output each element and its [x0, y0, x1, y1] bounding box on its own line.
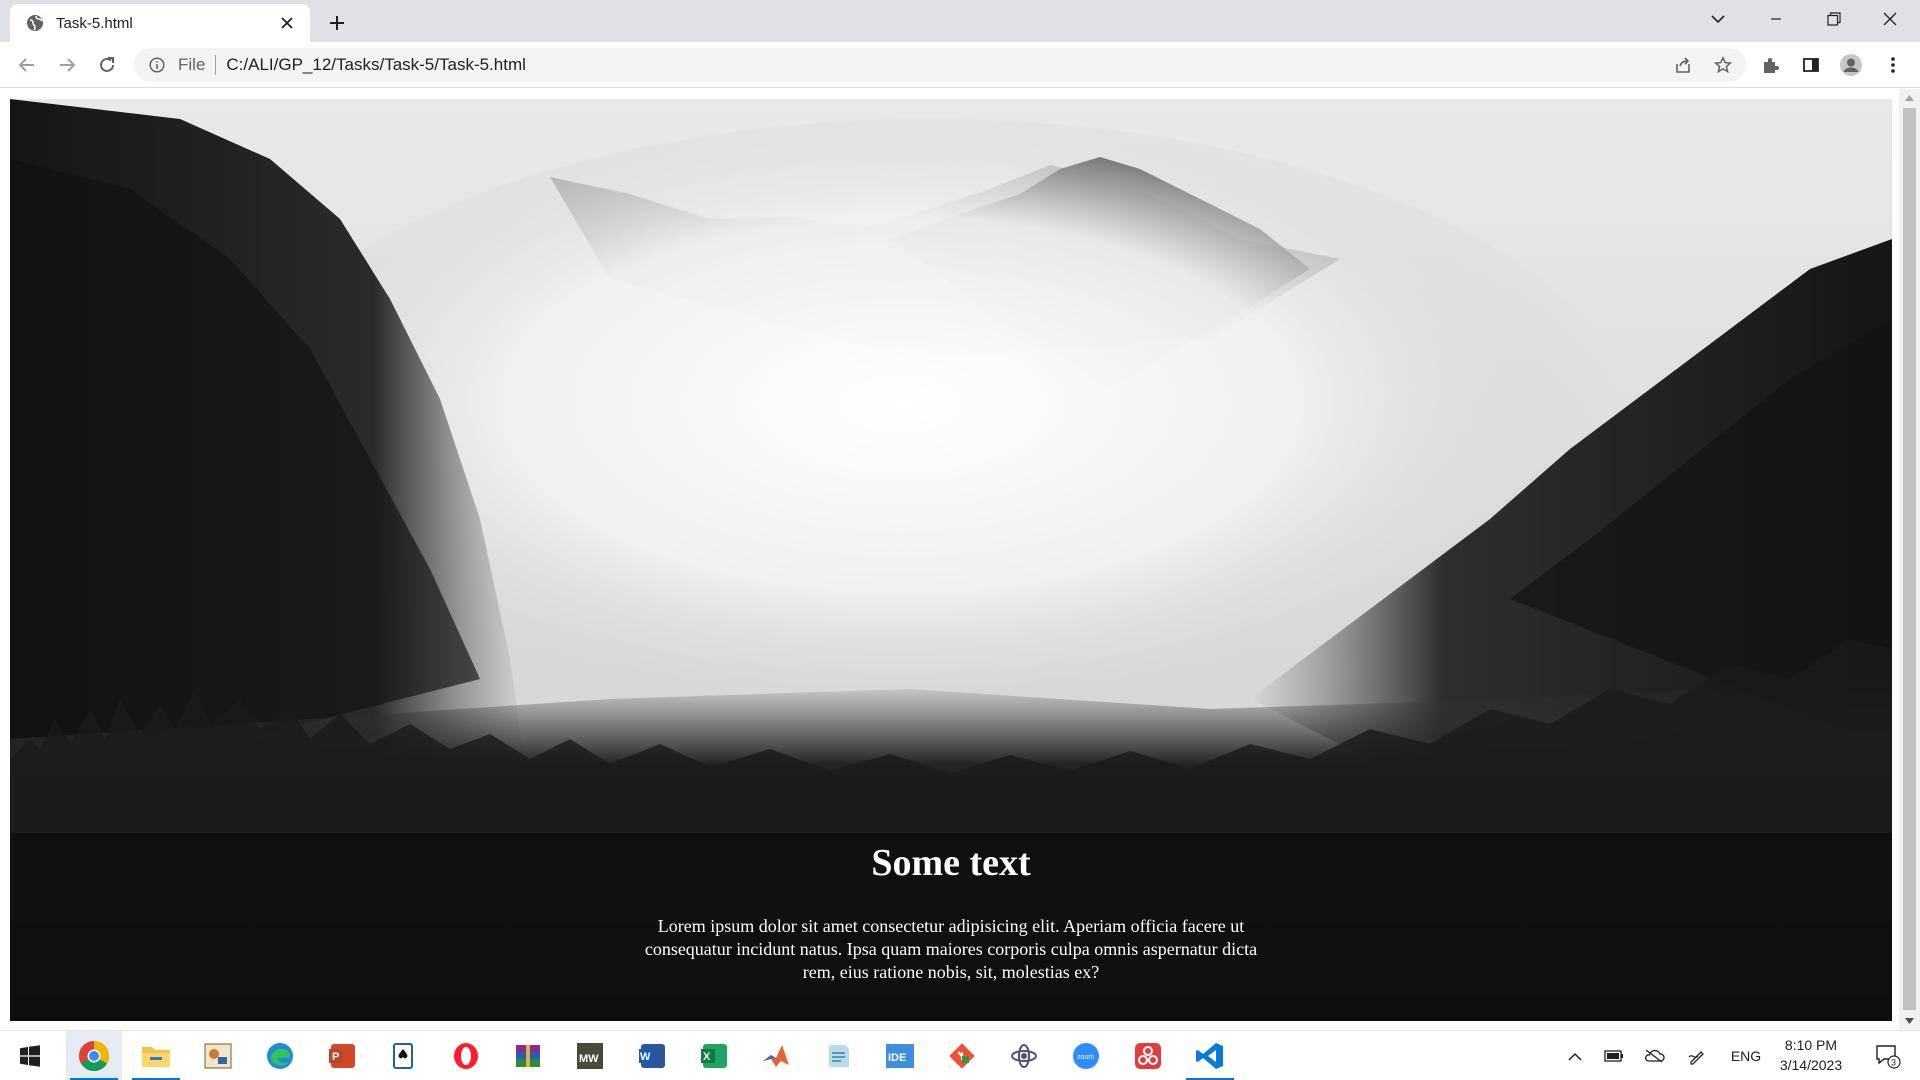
svg-text:W: W [640, 1051, 651, 1063]
url-text[interactable]: C:/ALI/GP_12/Tasks/Task-5/Task-5.html [226, 55, 526, 75]
language-indicator[interactable]: ENG [1726, 1031, 1766, 1080]
solitaire-icon[interactable] [376, 1031, 432, 1080]
clock-date: 3/14/2023 [1779, 1057, 1843, 1073]
battery-icon[interactable] [1600, 1031, 1628, 1080]
back-arrow-icon[interactable] [12, 50, 42, 80]
svg-text:MW: MW [579, 1053, 599, 1065]
opera-icon[interactable] [438, 1031, 494, 1080]
vscode-icon[interactable] [1182, 1031, 1238, 1080]
notepad-icon[interactable] [810, 1031, 866, 1080]
winrar-icon[interactable] [500, 1031, 556, 1080]
share-icon[interactable] [1668, 50, 1698, 80]
svg-text:IDE: IDE [888, 1052, 906, 1064]
side-panel-icon[interactable] [1796, 50, 1826, 80]
globe-icon [26, 14, 44, 32]
hero-section: Some text Lorem ipsum dolor sit amet con… [10, 99, 1892, 1021]
browser-toolbar: File C:/ALI/GP_12/Tasks/Task-5/Task-5.ht… [0, 42, 1920, 88]
file-explorer-icon[interactable] [128, 1031, 184, 1080]
excel-icon[interactable]: X [686, 1031, 742, 1080]
mw-game-icon[interactable]: MW [562, 1031, 618, 1080]
ide-icon[interactable]: IDE [872, 1031, 928, 1080]
tab-task5[interactable]: Task-5.html [10, 4, 310, 42]
svg-text:X: X [703, 1051, 711, 1063]
powerpoint-icon[interactable]: P [314, 1031, 370, 1080]
hero-paragraph: Lorem ipsum dolor sit amet consectetur a… [644, 916, 1258, 982]
restore-icon[interactable] [1814, 0, 1854, 38]
svg-text:zoom: zoom [1077, 1054, 1094, 1061]
close-window-icon[interactable] [1870, 0, 1910, 38]
omnibox-divider [215, 55, 217, 75]
windows-start-icon[interactable] [2, 1031, 58, 1080]
tab-search-icon[interactable] [1698, 0, 1738, 38]
windows-taskbar: P MW W X IDE zoom ENG 8:10 PM 3/14/2023 … [0, 1030, 1920, 1080]
forward-arrow-icon[interactable] [52, 50, 82, 80]
word-icon[interactable]: W [624, 1031, 680, 1080]
scheme-chip: File [178, 55, 206, 74]
pen-workspace-icon[interactable] [1684, 1031, 1712, 1080]
vertical-scrollbar[interactable] [1899, 89, 1920, 1029]
reload-icon[interactable] [92, 50, 122, 80]
edge-icon[interactable] [252, 1031, 308, 1080]
address-bar[interactable]: File C:/ALI/GP_12/Tasks/Task-5/Task-5.ht… [134, 48, 1746, 82]
hero-heading: Some text [871, 842, 1031, 884]
new-tab-button[interactable] [322, 8, 352, 38]
info-icon[interactable] [148, 56, 166, 74]
svg-text:P: P [332, 1051, 339, 1063]
system-clock[interactable]: 8:10 PM 3/14/2023 [1766, 1035, 1856, 1075]
bookmark-star-icon[interactable] [1708, 50, 1738, 80]
clock-time: 8:10 PM [1784, 1037, 1838, 1053]
davinci-icon[interactable] [1120, 1031, 1176, 1080]
tab-title: Task-5.html [56, 14, 133, 32]
action-center-icon[interactable]: 3 [1866, 1031, 1910, 1080]
tab-strip: Task-5.html [0, 0, 1920, 42]
profile-avatar-icon[interactable] [1836, 50, 1866, 80]
scroll-down-arrow-icon[interactable] [1899, 1012, 1920, 1029]
onedrive-offline-icon[interactable] [1640, 1031, 1668, 1080]
paint-icon[interactable] [190, 1031, 246, 1080]
chrome-icon[interactable] [66, 1031, 122, 1080]
scrollbar-thumb[interactable] [1903, 108, 1916, 1010]
caption-overlay: Some text Lorem ipsum dolor sit amet con… [10, 833, 1892, 1021]
zoom-icon[interactable]: zoom [1058, 1031, 1114, 1080]
page-viewport: Some text Lorem ipsum dolor sit amet con… [0, 89, 1920, 1029]
git-icon[interactable] [934, 1031, 990, 1080]
minimize-icon[interactable] [1756, 0, 1796, 38]
close-tab-icon[interactable] [276, 12, 298, 34]
menu-kebab-icon[interactable] [1878, 50, 1908, 80]
network-tool-icon[interactable] [996, 1031, 1052, 1080]
show-hidden-icons-chevron-icon[interactable] [1562, 1031, 1588, 1080]
extensions-icon[interactable] [1756, 50, 1786, 80]
scroll-up-arrow-icon[interactable] [1899, 89, 1920, 106]
matlab-icon[interactable] [748, 1031, 804, 1080]
notification-count: 3 [1891, 1058, 1896, 1068]
